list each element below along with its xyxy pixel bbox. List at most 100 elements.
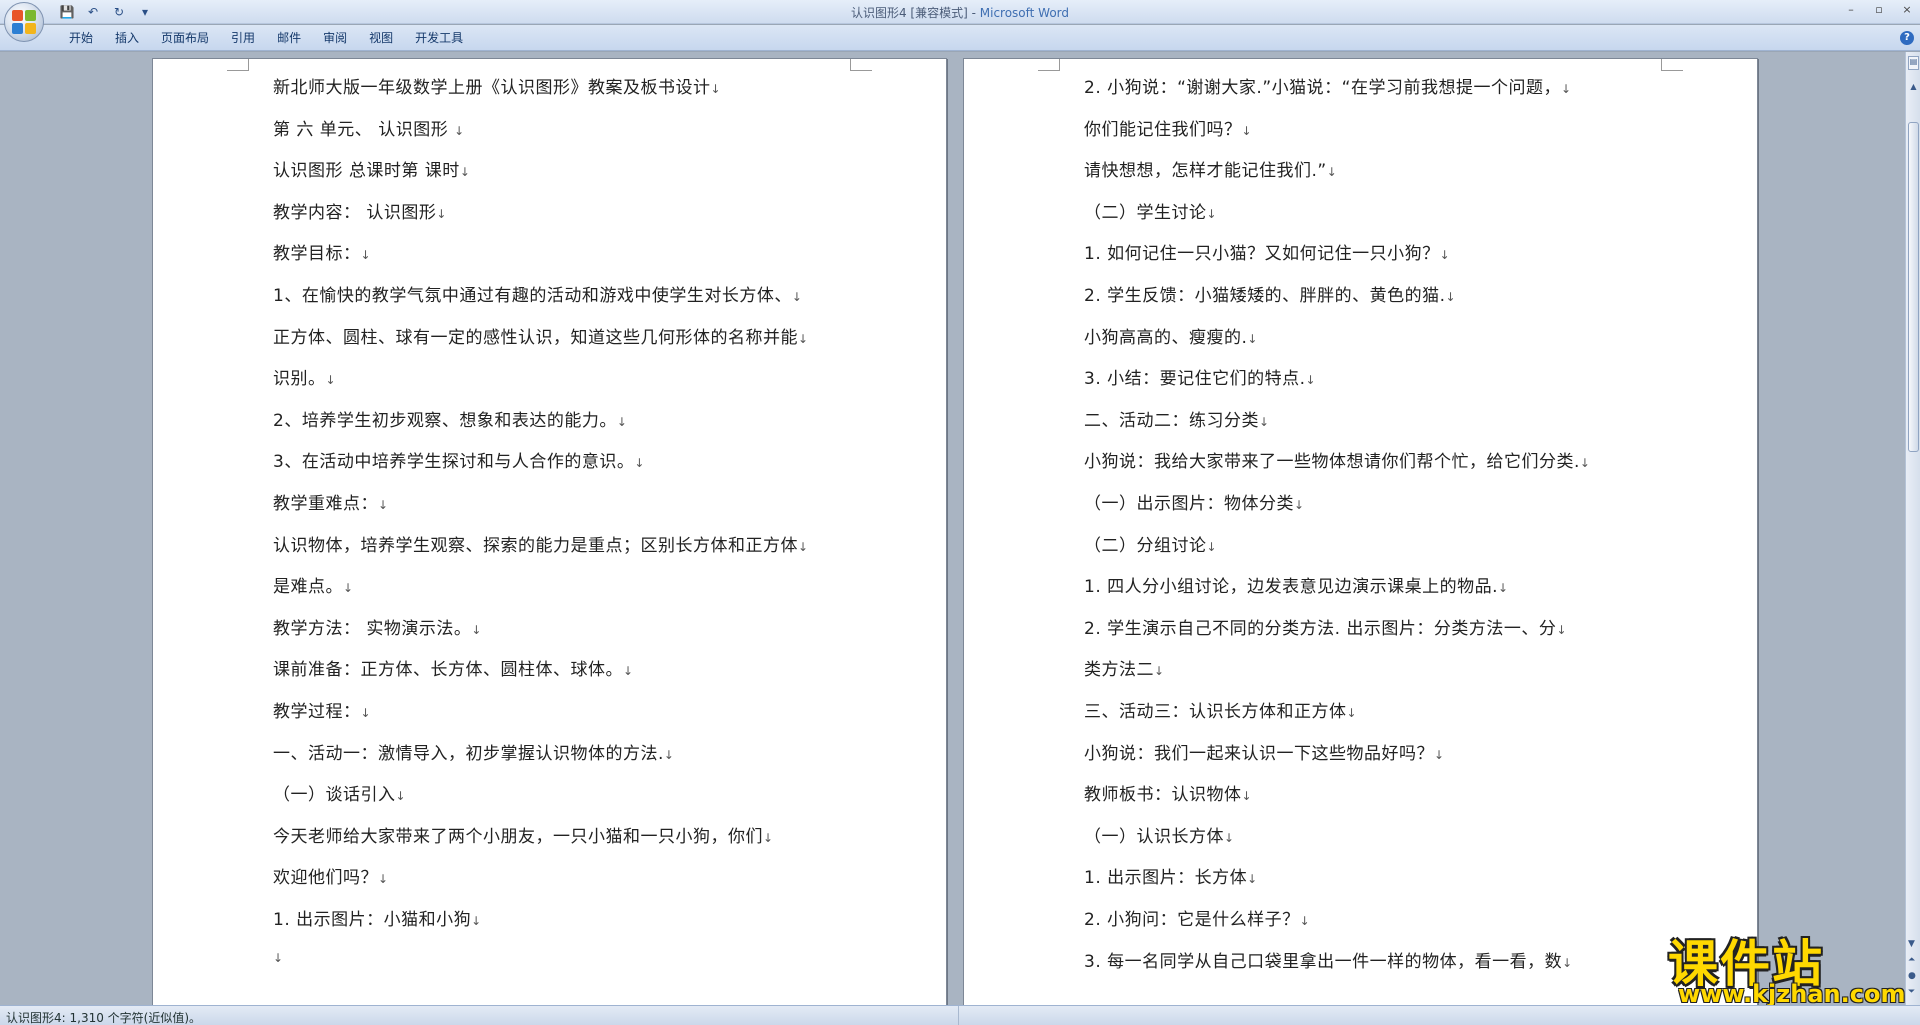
scroll-down-icon[interactable]: ▼ bbox=[1908, 939, 1916, 949]
text-line[interactable]: 认识图形 总课时第 课时↓ bbox=[273, 156, 470, 181]
text-line[interactable]: 教学过程：↓ bbox=[273, 697, 371, 722]
text-line[interactable]: 2. 小狗问：它是什么样子？↓ bbox=[1084, 905, 1310, 930]
text-line[interactable]: 欢迎他们吗？↓ bbox=[273, 863, 389, 888]
text-line[interactable]: 教学重难点：↓ bbox=[273, 489, 389, 514]
text-line[interactable]: 2、培养学生初步观察、想象和表达的能力。↓ bbox=[273, 406, 627, 431]
minimize-button[interactable]: – bbox=[1844, 2, 1858, 16]
text-content: 3. 每一名同学从自己口袋里拿出一件一样的物体，看一看，数 bbox=[1084, 951, 1563, 972]
text-line[interactable]: （二）学生讨论↓ bbox=[1084, 198, 1217, 223]
previous-page-icon[interactable]: ⏶ bbox=[1908, 955, 1916, 965]
tab-mailings[interactable]: 邮件 bbox=[266, 30, 312, 46]
tab-insert[interactable]: 插入 bbox=[104, 30, 150, 46]
text-line[interactable]: 3. 小结：要记住它们的特点.↓ bbox=[1084, 364, 1316, 389]
maximize-button[interactable]: ▫ bbox=[1872, 2, 1886, 16]
tab-home[interactable]: 开始 bbox=[58, 30, 104, 46]
tab-developer[interactable]: 开发工具 bbox=[404, 30, 474, 46]
text-line[interactable]: （二）分组讨论↓ bbox=[1084, 531, 1217, 556]
text-line[interactable]: （一）出示图片：物体分类↓ bbox=[1084, 489, 1305, 514]
paragraph-mark: ↓ bbox=[360, 706, 372, 720]
page-left[interactable]: 新北师大版一年级数学上册《认识图形》教案及板书设计↓ 第 六 单元、 认识图形 ↓… bbox=[152, 58, 947, 1005]
text-content: 2. 学生反馈：小猫矮矮的、胖胖的、黄色的猫. bbox=[1084, 286, 1446, 306]
status-bar: 认识图形4: 1,310 个字符(近似值)。 bbox=[0, 1005, 1920, 1025]
text-line[interactable]: 类方法二↓ bbox=[1084, 655, 1165, 680]
office-button[interactable] bbox=[4, 2, 44, 42]
text-content: 小狗说：我们一起来认识一下这些物品好吗？ bbox=[1084, 743, 1434, 764]
word-count-status[interactable]: 认识图形4: 1,310 个字符(近似值)。 bbox=[6, 1009, 201, 1025]
document-area[interactable]: 新北师大版一年级数学上册《认识图形》教案及板书设计↓ 第 六 单元、 认识图形 ↓… bbox=[0, 52, 1905, 1005]
tab-review[interactable]: 审阅 bbox=[312, 30, 358, 46]
browse-object-icon[interactable]: ● bbox=[1908, 971, 1916, 981]
paragraph-mark: ↓ bbox=[1346, 706, 1358, 720]
tab-page-layout[interactable]: 页面布局 bbox=[150, 30, 220, 46]
office-logo-icon bbox=[12, 10, 36, 34]
paragraph-mark: ↓ bbox=[1299, 914, 1311, 928]
text-line[interactable]: 教学内容： 认识图形↓ bbox=[273, 198, 447, 223]
text-content: 教学方法： 实物演示法。 bbox=[273, 618, 472, 639]
title-bar: 💾 ↶ ↻ ▾ 认识图形4 [兼容模式] - Microsoft Word – … bbox=[0, 0, 1920, 42]
text-content: 教学重难点： bbox=[273, 494, 378, 514]
text-line[interactable]: 第 六 单元、 认识图形 ↓ bbox=[273, 115, 465, 140]
text-line[interactable]: 1. 出示图片：长方体↓ bbox=[1084, 863, 1258, 888]
text-line[interactable]: 2. 小狗说：“谢谢大家.”小猫说：“在学习前我想提一个问题，↓ bbox=[1084, 73, 1572, 98]
text-line[interactable]: （一）谈话引入↓ bbox=[273, 780, 406, 805]
ruler-toggle-icon[interactable]: ▤ bbox=[1908, 56, 1919, 70]
text-line[interactable]: ↓ bbox=[273, 947, 284, 967]
text-line[interactable]: 1. 四人分小组讨论，边发表意见边演示课桌上的物品.↓ bbox=[1084, 572, 1509, 597]
close-button[interactable]: × bbox=[1900, 2, 1914, 16]
text-line[interactable]: 1. 如何记住一只小猫？又如何记住一只小狗？↓ bbox=[1084, 239, 1450, 264]
vertical-scrollbar[interactable]: ▤ ▲ ▼ ⏶ ● ⏷ bbox=[1905, 52, 1920, 1005]
paragraph-mark: ↓ bbox=[791, 290, 803, 304]
help-icon[interactable]: ? bbox=[1900, 31, 1914, 45]
text-content: （一）出示图片：物体分类 bbox=[1084, 494, 1294, 514]
text-line[interactable]: 是难点。↓ bbox=[273, 572, 354, 597]
text-content: 认识物体，培养学生观察、探索的能力是重点；区别长方体和正方体 bbox=[273, 535, 798, 556]
text-line[interactable]: 你们能记住我们吗？↓ bbox=[1084, 115, 1252, 140]
text-line[interactable]: 请快想想，怎样才能记住我们.”↓ bbox=[1084, 156, 1337, 181]
document-title: 认识图形4 [兼容模式] bbox=[850, 6, 968, 20]
tab-references[interactable]: 引用 bbox=[220, 30, 266, 46]
text-line[interactable]: 3. 每一名同学从自己口袋里拿出一件一样的物体，看一看，数↓ bbox=[1084, 947, 1573, 972]
text-line[interactable]: 小狗说：我给大家带来了一些物体想请你们帮个忙，给它们分类.↓ bbox=[1084, 447, 1590, 472]
text-line[interactable]: 3、在活动中培养学生探讨和与人合作的意识。↓ bbox=[273, 447, 645, 472]
text-line[interactable]: 三、活动三：认识长方体和正方体↓ bbox=[1084, 697, 1357, 722]
page-right[interactable]: 2. 小狗说：“谢谢大家.”小猫说：“在学习前我想提一个问题，↓ 你们能记住我们吗… bbox=[963, 58, 1758, 1005]
paragraph-mark: ↓ bbox=[360, 248, 372, 263]
text-line[interactable]: 新北师大版一年级数学上册《认识图形》教案及板书设计↓ bbox=[273, 73, 721, 98]
next-page-icon[interactable]: ⏷ bbox=[1908, 987, 1916, 997]
text-line[interactable]: 正方体、圆柱、球有一定的感性认识，知道这些几何形体的名称并能↓ bbox=[273, 323, 809, 348]
text-line[interactable]: 小狗高高的、瘦瘦的.↓ bbox=[1084, 323, 1258, 348]
text-line[interactable]: 二、活动二：练习分类↓ bbox=[1084, 406, 1270, 431]
paragraph-mark: ↓ bbox=[343, 581, 354, 596]
text-content: 课前准备：正方体、长方体、圆柱体、球体。 bbox=[273, 660, 623, 681]
paragraph-mark: ↓ bbox=[1224, 830, 1235, 845]
text-line[interactable]: 2. 学生演示自己不同的分类方法. 出示图片：分类方法一、分↓ bbox=[1084, 614, 1567, 639]
text-line[interactable]: 教学方法： 实物演示法。↓ bbox=[273, 614, 482, 639]
scrollbar-thumb[interactable] bbox=[1908, 122, 1919, 452]
paragraph-mark: ↓ bbox=[1154, 664, 1165, 679]
text-line[interactable]: 今天老师给大家带来了两个小朋友，一只小猫和一只小狗，你们↓ bbox=[273, 822, 774, 847]
paragraph-mark: ↓ bbox=[1247, 872, 1258, 887]
text-line[interactable]: 一、活动一：激情导入，初步掌握认识物体的方法.↓ bbox=[273, 739, 674, 764]
text-line[interactable]: （一）认识长方体↓ bbox=[1084, 822, 1235, 847]
paragraph-mark: ↓ bbox=[634, 456, 645, 471]
text-content: 2. 学生演示自己不同的分类方法. 出示图片：分类方法一、分 bbox=[1084, 618, 1557, 639]
text-line[interactable]: 小狗说：我们一起来认识一下这些物品好吗？↓ bbox=[1084, 739, 1445, 764]
scroll-up-icon[interactable]: ▲ bbox=[1908, 82, 1919, 93]
paragraph-mark: ↓ bbox=[710, 82, 722, 96]
paragraph-mark: ↓ bbox=[378, 498, 389, 512]
text-line[interactable]: 教师板书：认识物体↓ bbox=[1084, 780, 1252, 805]
text-content: 1. 出示图片：长方体 bbox=[1084, 868, 1248, 889]
text-line[interactable]: 识别。↓ bbox=[273, 364, 336, 389]
text-line[interactable]: 认识物体，培养学生观察、探索的能力是重点；区别长方体和正方体↓ bbox=[273, 531, 809, 556]
paragraph-mark: ↓ bbox=[1579, 456, 1591, 471]
text-content: 3. 小结：要记住它们的特点. bbox=[1084, 369, 1306, 390]
tab-view[interactable]: 视图 bbox=[358, 30, 404, 46]
text-content: （一）认识长方体 bbox=[1084, 826, 1224, 847]
text-line[interactable]: 2. 学生反馈：小猫矮矮的、胖胖的、黄色的猫.↓ bbox=[1084, 281, 1456, 306]
text-line[interactable]: 1. 出示图片：小猫和小狗↓ bbox=[273, 905, 482, 930]
text-content: 小狗高高的、瘦瘦的. bbox=[1084, 327, 1248, 348]
text-line[interactable]: 课前准备：正方体、长方体、圆柱体、球体。↓ bbox=[273, 655, 634, 680]
paragraph-mark: ↓ bbox=[1259, 414, 1270, 429]
text-line[interactable]: 1、在愉快的教学气氛中通过有趣的活动和游戏中使学生对长方体、↓ bbox=[273, 281, 802, 306]
text-line[interactable]: 教学目标：↓ bbox=[273, 239, 371, 264]
